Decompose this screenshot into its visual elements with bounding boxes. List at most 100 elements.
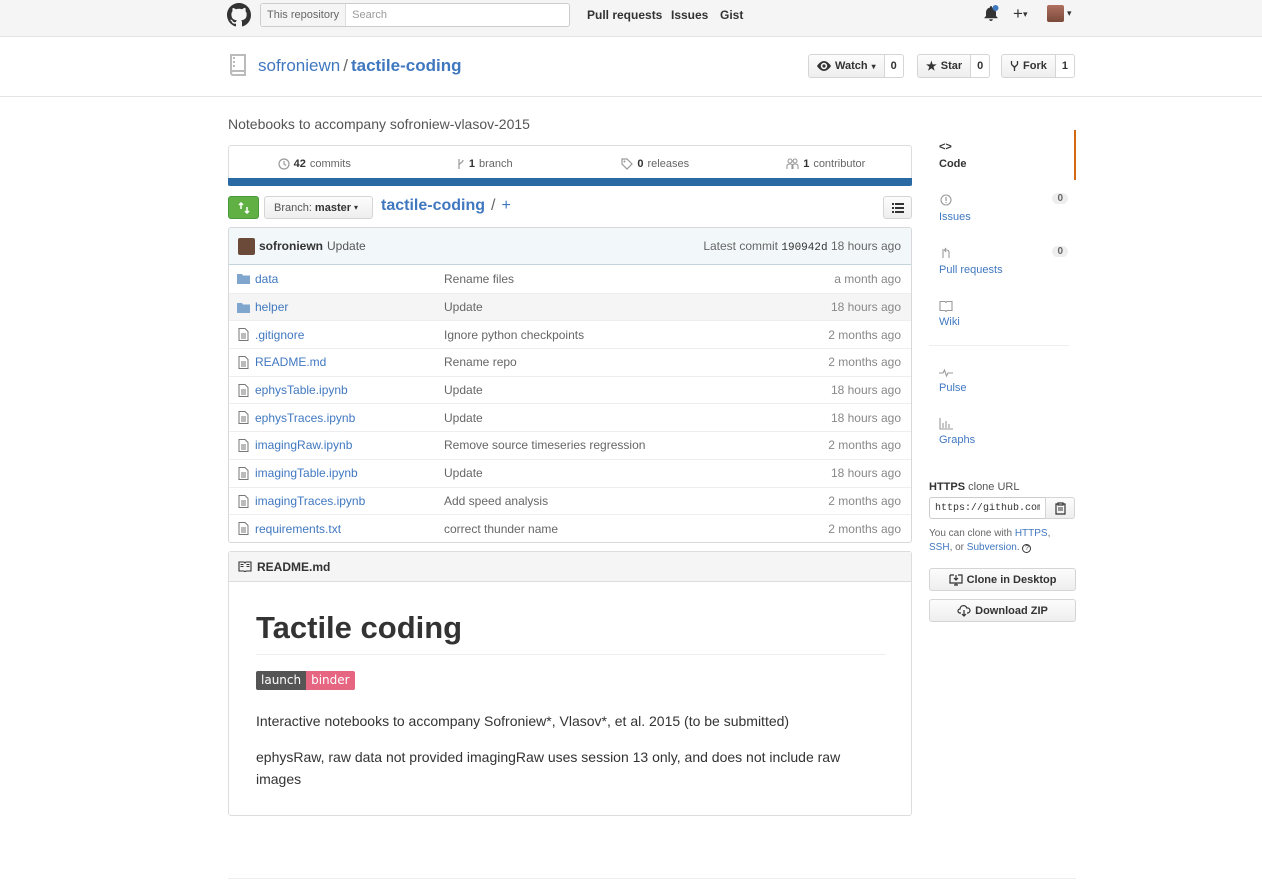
table-row[interactable]: ephysTraces.ipynb Update 18 hours ago [229, 403, 911, 431]
sidebar-item-pulse[interactable]: Pulse [929, 364, 1076, 404]
file-name-link[interactable]: ephysTable.ipynb [255, 383, 348, 397]
file-name-link[interactable]: ephysTraces.ipynb [255, 411, 355, 425]
history-icon [278, 158, 290, 170]
star-icon: ★ [926, 59, 937, 73]
table-row[interactable]: README.md Rename repo 2 months ago [229, 348, 911, 376]
star-count[interactable]: 0 [971, 54, 991, 78]
file-age: 2 months ago [828, 493, 901, 508]
file-commit-message-link[interactable]: Update [444, 300, 483, 314]
table-row[interactable]: ephysTable.ipynb Update 18 hours ago [229, 375, 911, 404]
copy-to-clipboard-button[interactable] [1045, 497, 1075, 519]
star-button[interactable]: ★ Star [917, 54, 972, 78]
file-name-link[interactable]: helper [255, 300, 288, 314]
file-commit-message-link[interactable]: correct thunder name [444, 522, 558, 536]
file-name-link[interactable]: .gitignore [255, 328, 304, 342]
branch-select-button[interactable]: Branch: master ▾ [264, 196, 373, 219]
search-box[interactable]: This repository [260, 3, 570, 27]
file-commit-message-link[interactable]: Update [444, 383, 483, 397]
book-icon [238, 561, 252, 572]
contributor-count: 1 [803, 158, 810, 170]
user-menu[interactable]: ▾ [1047, 5, 1072, 22]
table-row[interactable]: imagingTraces.ipynb Add speed analysis 2 m… [229, 486, 911, 515]
compare-button[interactable] [228, 196, 259, 219]
sidebar-item-graphs[interactable]: Graphs [929, 416, 1076, 456]
file-name-link[interactable]: README.md [255, 355, 326, 369]
language-bar[interactable] [228, 178, 912, 186]
table-row[interactable]: imagingRaw.ipynb Remove source timeseries… [229, 431, 911, 459]
latest-commit-info: Latest commit 190942d 18 hours ago [703, 239, 901, 254]
repo-name-link[interactable]: tactile-coding [351, 56, 462, 75]
file-commit-message-link[interactable]: Add speed analysis [444, 494, 548, 508]
file-name-link[interactable]: imagingTable.ipynb [255, 466, 358, 480]
watch-count[interactable]: 0 [884, 54, 904, 78]
file-text-icon [238, 494, 249, 508]
latest-commit-label: Latest commit [703, 238, 779, 253]
sidebar-label-wiki: Wiki [939, 316, 960, 328]
github-logo-icon[interactable] [227, 3, 251, 27]
create-new-icon[interactable]: +▾ [1013, 4, 1027, 24]
file-commit-message-link[interactable]: Update [444, 466, 483, 480]
commit-author-link[interactable]: sofroniewn [259, 239, 323, 253]
clone-protocol[interactable]: HTTPS [929, 481, 965, 493]
add-file-icon[interactable]: + [501, 197, 510, 215]
file-commit-message-link[interactable]: Rename repo [444, 355, 517, 369]
table-row[interactable]: data Rename files a month ago [229, 265, 911, 293]
clone-subversion-link[interactable]: Subversion [967, 542, 1017, 553]
breadcrumb: tactile-coding / + [381, 197, 511, 215]
file-name-link[interactable]: imagingRaw.ipynb [255, 438, 352, 452]
file-age: 18 hours ago [830, 300, 901, 315]
table-row[interactable]: helper Update 18 hours ago [229, 292, 911, 321]
table-row[interactable]: requirements.txt correct thunder name 2 mo… [229, 514, 911, 542]
repo-title-separator: / [343, 56, 348, 75]
sidebar-item-wiki[interactable]: Wiki [929, 296, 1076, 336]
nav-pull-requests[interactable]: Pull requests [587, 8, 662, 22]
file-commit-message-link[interactable]: Ignore python checkpoints [444, 328, 584, 342]
table-row[interactable]: imagingTable.ipynb Update 18 hours ago [229, 458, 911, 487]
binder-badge[interactable]: launch binder [256, 671, 355, 690]
table-row[interactable]: .gitignore Ignore python checkpoints 2 mon… [229, 320, 911, 348]
sidebar-item-pull-requests[interactable]: Pull requests 0 [929, 243, 1076, 283]
site-header: This repository Pull requests Issues Gis… [0, 0, 1262, 37]
clone-help-or: , or [949, 542, 967, 553]
commits-count: 42 [293, 158, 306, 170]
file-commit-message-link[interactable]: Remove source timeseries regression [444, 438, 645, 452]
nav-gist[interactable]: Gist [720, 8, 743, 22]
fork-count[interactable]: 1 [1055, 54, 1075, 78]
readme-paragraph-1: Interactive notebooks to accompany Sofro… [256, 713, 790, 729]
question-icon[interactable]: ? [1022, 544, 1032, 553]
commits-label: commits [309, 158, 351, 170]
sidebar-label-graphs: Graphs [939, 434, 976, 446]
branch-count: 1 [468, 158, 475, 170]
repo-owner-link[interactable]: sofroniewn [258, 56, 340, 75]
star-control: ★ Star 0 [917, 54, 991, 78]
sidebar-item-issues[interactable]: Issues 0 [929, 190, 1076, 230]
nav-issues[interactable]: Issues [671, 8, 708, 22]
file-name-link[interactable]: imagingTraces.ipynb [255, 494, 365, 508]
file-commit-message-link[interactable]: Update [444, 411, 483, 425]
book-icon [939, 300, 953, 312]
search-input[interactable] [346, 9, 547, 21]
clone-https-link[interactable]: HTTPS [1015, 528, 1048, 539]
avatar[interactable] [238, 237, 255, 255]
file-name-link[interactable]: data [255, 272, 278, 286]
file-list-view-button[interactable] [883, 196, 912, 219]
commit-sha-link[interactable]: 190942d [781, 242, 827, 254]
clone-url-input[interactable] [929, 497, 1046, 519]
file-age: 2 months ago [828, 355, 901, 370]
commit-message-link[interactable]: Update [327, 239, 366, 253]
download-zip-button[interactable]: Download ZIP [929, 599, 1076, 622]
clone-in-desktop-button[interactable]: Clone in Desktop [929, 568, 1076, 591]
sidebar-item-code[interactable]: <> Code [929, 130, 1076, 180]
issue-opened-icon [940, 194, 952, 206]
clippy-icon [1054, 501, 1066, 515]
watch-button[interactable]: Watch ▾ [808, 54, 885, 78]
sidebar-label-pulse: Pulse [939, 382, 967, 394]
breadcrumb-root-link[interactable]: tactile-coding [381, 197, 485, 215]
file-name-link[interactable]: requirements.txt [255, 522, 341, 536]
chevron-down-icon: ▾ [354, 203, 359, 212]
file-commit-message-link[interactable]: Rename files [444, 272, 514, 286]
repo-header: sofroniewn / tactile-coding Watch ▾ 0 ★ St… [0, 38, 1262, 97]
clone-ssh-link[interactable]: SSH [929, 542, 950, 553]
fork-button[interactable]: Fork [1001, 54, 1056, 78]
notifications-icon[interactable] [983, 5, 999, 26]
